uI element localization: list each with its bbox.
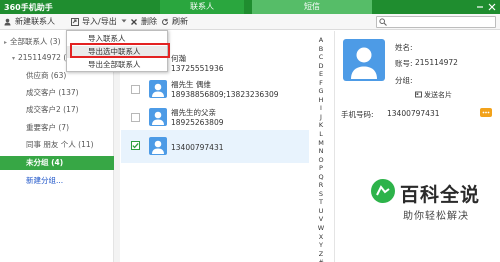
alphabet-letter[interactable]: M xyxy=(314,139,328,148)
sidebar-item-group[interactable]: 重要客户 (7) xyxy=(0,121,114,135)
alphabet-letter[interactable]: K xyxy=(314,121,328,130)
sidebar-item-label: 供应商 (63) xyxy=(26,71,67,80)
alphabet-letter[interactable]: B xyxy=(314,45,328,54)
checkmark-icon xyxy=(132,142,139,149)
tab-sms[interactable]: 短信 xyxy=(252,0,372,14)
contact-phone: 13400797431 xyxy=(171,143,224,152)
alphabet-letter[interactable]: F xyxy=(314,79,328,88)
list-item[interactable]: 13400797431 xyxy=(121,130,309,163)
list-item[interactable]: 福先生 偶维 18938856809;13823236309 xyxy=(121,75,309,105)
group-label: 分组: xyxy=(395,76,413,85)
alphabet-letter[interactable]: D xyxy=(314,62,328,71)
list-item[interactable]: 福先生的父亲 18925263809 xyxy=(121,103,309,133)
search-input[interactable] xyxy=(376,16,496,28)
account-value: 215114972 xyxy=(415,58,458,67)
card-icon xyxy=(415,91,422,100)
delete-button[interactable]: 删除 xyxy=(130,14,157,30)
alphabet-index: A B C D E F G H I J K L M N O P Q R S T … xyxy=(314,36,328,262)
sidebar-item-group[interactable]: 成交客户2 (17) xyxy=(0,103,114,117)
refresh-icon xyxy=(161,18,169,26)
sidebar-item-label: 重要客户 (7) xyxy=(26,123,70,132)
refresh-button[interactable]: 刷新 xyxy=(161,14,188,30)
sidebar-item-label: 成交客户 (137) xyxy=(26,88,79,97)
sidebar-item-group[interactable]: 成交客户 (137) xyxy=(0,86,114,100)
watermark-subtitle: 助你轻松解决 xyxy=(403,211,469,222)
watermark-logo xyxy=(370,178,396,204)
new-group-link[interactable]: 新建分组... xyxy=(0,174,114,188)
send-card-button[interactable]: 发送名片 xyxy=(415,90,452,100)
chevron-down-icon xyxy=(120,18,128,26)
alphabet-letter[interactable]: A xyxy=(314,36,328,45)
watermark-title: 百科全说 xyxy=(400,184,481,206)
close-icon[interactable] xyxy=(486,1,498,13)
contact-name: 何瀚 xyxy=(171,54,186,63)
account-label: 账号: xyxy=(395,59,413,68)
sidebar-item-label: 同事 朋友 个人 (11) xyxy=(26,140,94,149)
sidebar-item-label: 新建分组... xyxy=(26,176,64,185)
alphabet-letter[interactable]: S xyxy=(314,190,328,199)
avatar xyxy=(149,80,167,98)
contact-checkbox[interactable] xyxy=(131,141,140,150)
alphabet-letter[interactable]: Z xyxy=(314,250,328,259)
phone-label: 手机号码: xyxy=(341,110,374,119)
alphabet-letter[interactable]: U xyxy=(314,207,328,216)
phone-value: 13400797431 xyxy=(387,109,440,118)
alphabet-letter[interactable]: Y xyxy=(314,241,328,250)
message-icon[interactable] xyxy=(480,108,492,117)
alphabet-letter[interactable]: P xyxy=(314,164,328,173)
contact-name: 福先生的父亲 xyxy=(171,108,216,117)
alphabet-letter[interactable]: J xyxy=(314,113,328,122)
sidebar-item-ungrouped[interactable]: 未分组 (4) xyxy=(0,156,114,170)
contact-phone: 13725551936 xyxy=(171,64,224,73)
import-export-label: 导入/导出 xyxy=(82,17,117,26)
avatar xyxy=(149,108,167,126)
contact-phone: 18925263809 xyxy=(171,118,224,127)
new-contact-button[interactable]: 新建联系人 xyxy=(4,14,55,30)
alphabet-letter[interactable]: # xyxy=(314,258,328,262)
minimize-icon[interactable] xyxy=(474,1,486,13)
sidebar-item-label: 成交客户2 (17) xyxy=(26,105,79,114)
alphabet-letter[interactable]: N xyxy=(314,147,328,156)
alphabet-letter[interactable]: V xyxy=(314,215,328,224)
name-label: 姓名: xyxy=(395,43,413,52)
toolbar: 新建联系人 导入/导出 删除 刷新 xyxy=(0,14,500,30)
sidebar-item-group[interactable]: 同事 朋友 个人 (11) xyxy=(0,138,114,152)
send-card-label: 发送名片 xyxy=(424,91,452,99)
add-user-icon xyxy=(4,18,12,26)
alphabet-letter[interactable]: T xyxy=(314,198,328,207)
contact-detail-panel: 姓名: 账号: 215114972 分组: 发送名片 手机号码: 1340079… xyxy=(334,31,500,262)
refresh-label: 刷新 xyxy=(172,17,188,26)
title-bar: 360手机助手 联系人 短信 xyxy=(0,0,500,14)
alphabet-letter[interactable]: H xyxy=(314,96,328,105)
alphabet-letter[interactable]: X xyxy=(314,233,328,242)
alphabet-letter[interactable]: G xyxy=(314,87,328,96)
alphabet-letter[interactable]: W xyxy=(314,224,328,233)
contact-name: 福先生 偶维 xyxy=(171,80,211,89)
alphabet-letter[interactable]: E xyxy=(314,70,328,79)
highlight-box xyxy=(70,43,170,58)
contact-checkbox[interactable] xyxy=(131,85,140,94)
sidebar-item-label: 未分组 (4) xyxy=(26,158,64,167)
menu-item-export-all[interactable]: 导出全部联系人 xyxy=(67,59,167,71)
contact-phone: 18938856809;13823236309 xyxy=(171,90,279,99)
sidebar-item-label: 全部联系人 (3) xyxy=(10,37,61,46)
alphabet-letter[interactable]: R xyxy=(314,181,328,190)
alphabet-letter[interactable]: C xyxy=(314,53,328,62)
delete-icon xyxy=(130,18,138,26)
new-contact-label: 新建联系人 xyxy=(15,17,55,26)
delete-label: 删除 xyxy=(141,17,157,26)
avatar xyxy=(343,39,385,81)
contact-checkbox[interactable] xyxy=(131,113,140,122)
alphabet-letter[interactable]: Q xyxy=(314,173,328,182)
search-icon xyxy=(379,18,387,26)
alphabet-letter[interactable]: I xyxy=(314,104,328,113)
window-controls xyxy=(474,1,498,13)
import-export-button[interactable]: 导入/导出 xyxy=(71,14,128,30)
alphabet-letter[interactable]: O xyxy=(314,156,328,165)
avatar xyxy=(149,137,167,155)
alphabet-letter[interactable]: L xyxy=(314,130,328,139)
tab-contacts[interactable]: 联系人 xyxy=(160,0,244,14)
app-title: 360手机助手 xyxy=(4,3,53,12)
import-export-icon xyxy=(71,18,79,26)
